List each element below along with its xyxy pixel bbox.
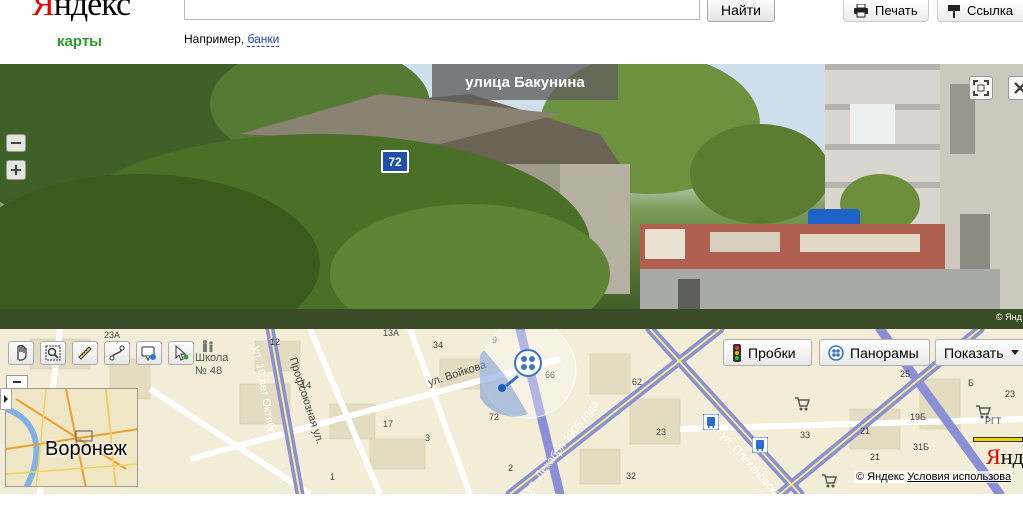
house-number: 2: [508, 463, 514, 473]
yandex-logo[interactable]: Яндекс: [32, 0, 131, 24]
link-button[interactable]: Ссылка: [937, 0, 1023, 22]
school-label-line2: № 48: [195, 365, 223, 377]
minus-icon: [11, 142, 21, 144]
map-yandex-logo: Янде: [986, 444, 1023, 469]
drag-tool-button[interactable]: [8, 341, 34, 365]
house-number: 17: [383, 419, 394, 429]
map-copyright: © Яндекс Условия использова: [854, 471, 1014, 483]
house-number: 12: [270, 337, 281, 347]
minus-icon: [13, 381, 21, 383]
house-number: 23: [656, 427, 667, 437]
ruler-icon: [78, 346, 92, 360]
plus-icon: [11, 165, 21, 175]
close-panorama-button[interactable]: [1008, 76, 1023, 100]
house-number: 23: [1005, 389, 1016, 399]
street-panorama[interactable]: [0, 64, 1023, 329]
show-dropdown-button[interactable]: Показать: [935, 339, 1023, 366]
link-icon: [948, 4, 960, 18]
mini-map-toggle-button[interactable]: [0, 388, 12, 410]
close-icon: [1014, 82, 1023, 94]
placemark-tool-button[interactable]: [136, 341, 162, 365]
panorama-copyright: © Янд: [996, 312, 1022, 322]
zoom-rect-icon: [45, 345, 61, 361]
panorama-view-marker[interactable]: [480, 330, 580, 420]
route-icon: [109, 345, 125, 361]
house-number: 14: [301, 380, 312, 390]
hand-icon: [17, 345, 27, 361]
house-number: 23А: [104, 330, 121, 340]
house-number: 31Б: [913, 442, 929, 452]
chevron-down-icon: [1010, 349, 1019, 355]
shopping-cart-icon[interactable]: [821, 473, 837, 489]
panorama-scene: [0, 64, 1023, 329]
house-number: 62: [632, 377, 643, 387]
traffic-light-icon: [733, 343, 741, 362]
find-button[interactable]: Найти: [707, 0, 775, 22]
panorama-person-tool-button[interactable]: [168, 341, 194, 365]
school-label: Школа № 48: [195, 340, 229, 378]
show-label: Показать: [944, 344, 1004, 361]
mini-map-city-label: Воронеж: [45, 438, 128, 460]
house-number: 34: [433, 340, 444, 350]
metro-icon[interactable]: [752, 437, 768, 453]
house-number: Б: [968, 378, 974, 388]
example-link-banks[interactable]: банки: [247, 32, 280, 47]
search-example: Например, банки: [184, 32, 280, 47]
metro-icon[interactable]: [703, 414, 719, 430]
panoramas-label: Панорамы: [850, 344, 919, 361]
traffic-button[interactable]: Пробки: [723, 339, 812, 366]
shopping-cart-icon[interactable]: [975, 404, 991, 420]
mini-map-zoom-out-button[interactable]: [6, 375, 28, 389]
panorama-zoom-out-button[interactable]: [6, 134, 26, 152]
fullscreen-icon: [973, 80, 989, 96]
house-number: 1: [330, 472, 336, 482]
traffic-label: Пробки: [748, 344, 796, 361]
ruler-tool-button[interactable]: [72, 341, 98, 365]
house-number-sign: 72: [381, 150, 409, 173]
example-prefix: Например,: [184, 32, 248, 46]
pano-person-icon: [175, 345, 189, 361]
house-number: 25: [900, 369, 911, 379]
map-scale-bar: [973, 437, 1023, 442]
copyright-text: © Яндекс: [856, 471, 905, 483]
search-input[interactable]: [184, 0, 700, 20]
fullscreen-button[interactable]: [969, 76, 993, 100]
route-tool-button[interactable]: [104, 341, 130, 365]
logo-subtitle[interactable]: карты: [57, 33, 102, 50]
terms-of-use-link[interactable]: Условия использова: [907, 471, 1011, 483]
school-label-line1: Школа: [195, 352, 229, 364]
panoramas-button[interactable]: Панорамы: [819, 339, 930, 366]
panorama-icon: [828, 344, 844, 361]
house-number: 21: [870, 452, 881, 462]
placemark-icon: [141, 346, 156, 361]
print-label: Печать: [875, 3, 918, 18]
house-number: 19Б: [910, 412, 926, 422]
house-number: 33: [800, 430, 811, 440]
link-label: Ссылка: [967, 3, 1014, 18]
street-title: улица Бакунина: [432, 64, 618, 100]
shopping-cart-icon[interactable]: [794, 396, 810, 412]
zoom-rect-tool-button[interactable]: [40, 341, 66, 365]
house-number: 32: [626, 471, 637, 481]
printer-icon: [854, 3, 868, 17]
house-number: 21: [860, 426, 871, 436]
school-icon: [203, 340, 213, 352]
panorama-zoom-in-button[interactable]: [6, 160, 26, 180]
house-number: 13А: [383, 328, 400, 338]
house-number: 3: [425, 433, 431, 443]
chevron-right-icon: [4, 395, 8, 403]
print-button[interactable]: Печать: [843, 0, 929, 22]
